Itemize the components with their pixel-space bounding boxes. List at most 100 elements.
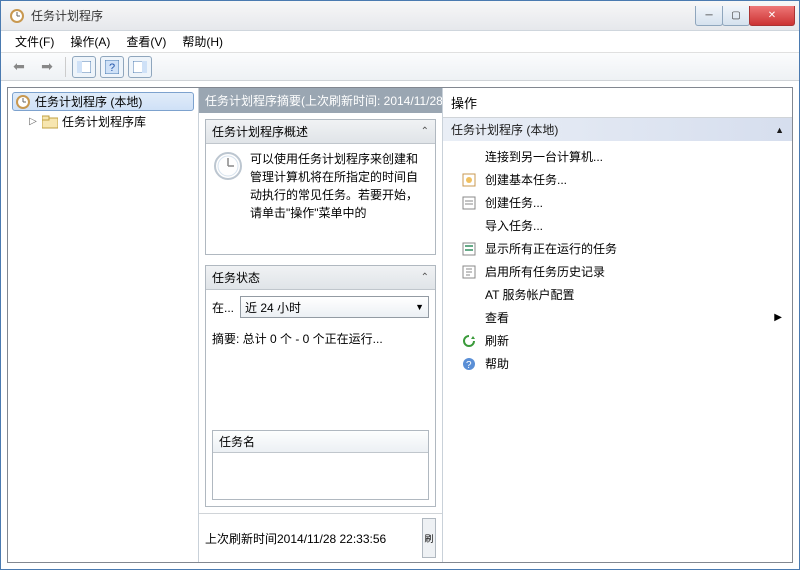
- refresh-icon: [461, 333, 477, 349]
- forward-button[interactable]: ➡: [35, 56, 59, 78]
- action-help[interactable]: ? 帮助: [443, 352, 792, 375]
- action-connect-label: 连接到另一台计算机...: [485, 148, 603, 165]
- tree-root[interactable]: 任务计划程序 (本地): [12, 92, 194, 111]
- collapse-icon: ▲: [775, 125, 784, 135]
- actions-section-head[interactable]: 任务计划程序 (本地) ▲: [443, 118, 792, 141]
- blank-icon: [461, 287, 477, 303]
- submenu-arrow-icon: ▶: [774, 312, 782, 323]
- blank-icon: [461, 218, 477, 234]
- action-refresh-label: 刷新: [485, 332, 509, 349]
- arrow-right-icon: ➡: [41, 58, 53, 75]
- summary-body: 任务计划程序概述 ⌃ 可以使用任务计划程序来创建和管理计算机将在所指定的时间自动…: [199, 113, 442, 513]
- actions-section-title: 任务计划程序 (本地): [451, 121, 558, 138]
- action-help-label: 帮助: [485, 355, 509, 372]
- expand-icon[interactable]: ▷: [28, 116, 38, 127]
- toolbar-panel2-button[interactable]: [128, 56, 152, 78]
- blank-icon: [461, 149, 477, 165]
- summary-pane: 任务计划程序摘要(上次刷新时间: 2014/11/28 22:33:56) 任务…: [198, 88, 443, 562]
- status-filter-row: 在... 近 24 小时 ▼: [212, 296, 429, 318]
- folder-icon: [42, 115, 58, 129]
- action-refresh[interactable]: 刷新: [443, 329, 792, 352]
- overview-text: 可以使用任务计划程序来创建和管理计算机将在所指定的时间自动执行的常见任务。若要开…: [250, 150, 429, 248]
- menubar: 文件(F) 操作(A) 查看(V) 帮助(H): [1, 31, 799, 53]
- toolbar-panel1-button[interactable]: [72, 56, 96, 78]
- chevron-up-icon: ⌃: [421, 126, 429, 137]
- action-enable-history[interactable]: 启用所有任务历史记录: [443, 260, 792, 283]
- close-button[interactable]: ✕: [749, 6, 795, 26]
- action-create[interactable]: 创建任务...: [443, 191, 792, 214]
- window: 任务计划程序 ─ ▢ ✕ 文件(F) 操作(A) 查看(V) 帮助(H) ⬅ ➡…: [0, 0, 800, 570]
- chevron-up-icon: ⌃: [421, 272, 429, 283]
- action-at-config[interactable]: AT 服务帐户配置: [443, 283, 792, 306]
- action-import[interactable]: 导入任务...: [443, 214, 792, 237]
- action-create-basic[interactable]: 创建基本任务...: [443, 168, 792, 191]
- action-import-label: 导入任务...: [485, 217, 543, 234]
- actions-pane: 操作 任务计划程序 (本地) ▲ 连接到另一台计算机... 创建基本任务... …: [443, 88, 792, 562]
- status-period-select[interactable]: 近 24 小时 ▼: [240, 296, 429, 318]
- action-connect[interactable]: 连接到另一台计算机...: [443, 145, 792, 168]
- help-icon: ?: [461, 356, 477, 372]
- app-icon: [9, 8, 25, 24]
- menu-action[interactable]: 操作(A): [62, 31, 118, 52]
- svg-text:?: ?: [466, 360, 472, 371]
- overview-section: 任务计划程序概述 ⌃ 可以使用任务计划程序来创建和管理计算机将在所指定的时间自动…: [205, 119, 436, 255]
- wizard-icon: [461, 172, 477, 188]
- summary-header: 任务计划程序摘要(上次刷新时间: 2014/11/28 22:33:56): [199, 88, 442, 113]
- action-create-basic-label: 创建基本任务...: [485, 171, 567, 188]
- svg-text:?: ?: [109, 62, 115, 74]
- window-title: 任务计划程序: [31, 7, 696, 24]
- panel2-icon: [133, 61, 147, 73]
- actions-list: 连接到另一台计算机... 创建基本任务... 创建任务... 导入任务... 显…: [443, 141, 792, 379]
- tree-library[interactable]: ▷ 任务计划程序库: [26, 111, 194, 132]
- menu-file[interactable]: 文件(F): [7, 31, 62, 52]
- status-select-value: 近 24 小时: [245, 299, 301, 316]
- action-show-running-label: 显示所有正在运行的任务: [485, 240, 617, 257]
- toolbar-separator: [65, 57, 66, 77]
- history-icon: [461, 264, 477, 280]
- blank-icon: [461, 310, 477, 326]
- list-icon: [461, 241, 477, 257]
- clock-large-icon: [212, 150, 244, 248]
- action-view[interactable]: 查看 ▶: [443, 306, 792, 329]
- refresh-side-button[interactable]: 刷: [422, 518, 436, 558]
- arrow-left-icon: ⬅: [13, 58, 25, 75]
- task-icon: [461, 195, 477, 211]
- last-refresh-label: 上次刷新时间2014/11/28 22:33:56: [205, 530, 386, 547]
- action-at-config-label: AT 服务帐户配置: [485, 286, 575, 303]
- content: 任务计划程序 (本地) ▷ 任务计划程序库 任务计划程序摘要(上次刷新时间: 2…: [7, 87, 793, 563]
- clock-icon: [15, 94, 31, 110]
- toolbar-help-button[interactable]: ?: [100, 56, 124, 78]
- minimize-button[interactable]: ─: [695, 6, 723, 26]
- summary-footer: 上次刷新时间2014/11/28 22:33:56 刷: [199, 513, 442, 562]
- action-show-running[interactable]: 显示所有正在运行的任务: [443, 237, 792, 260]
- overview-head[interactable]: 任务计划程序概述 ⌃: [206, 120, 435, 144]
- panel-icon: [77, 61, 91, 73]
- tree-pane: 任务计划程序 (本地) ▷ 任务计划程序库: [8, 88, 198, 562]
- menu-help[interactable]: 帮助(H): [174, 31, 231, 52]
- maximize-button[interactable]: ▢: [722, 6, 750, 26]
- task-table: 任务名: [212, 430, 429, 500]
- overview-title: 任务计划程序概述: [212, 123, 308, 140]
- refresh-side-label: 刷: [424, 532, 433, 545]
- tree: 任务计划程序 (本地) ▷ 任务计划程序库: [8, 88, 198, 136]
- toolbar: ⬅ ➡ ?: [1, 53, 799, 81]
- content-outer: 任务计划程序 (本地) ▷ 任务计划程序库 任务计划程序摘要(上次刷新时间: 2…: [1, 81, 799, 569]
- window-controls: ─ ▢ ✕: [696, 6, 795, 26]
- action-enable-history-label: 启用所有任务历史记录: [485, 263, 605, 280]
- action-create-label: 创建任务...: [485, 194, 543, 211]
- titlebar: 任务计划程序 ─ ▢ ✕: [1, 1, 799, 31]
- taskname-column[interactable]: 任务名: [213, 431, 428, 453]
- back-button[interactable]: ⬅: [7, 56, 31, 78]
- action-view-label: 查看: [485, 309, 509, 326]
- help-icon: ?: [105, 60, 119, 74]
- tree-library-label: 任务计划程序库: [62, 113, 146, 130]
- status-head[interactable]: 任务状态 ⌃: [206, 266, 435, 290]
- status-body: 在... 近 24 小时 ▼ 摘要: 总计 0 个 - 0 个正在运行... 任…: [206, 290, 435, 506]
- tree-root-label: 任务计划程序 (本地): [35, 93, 142, 110]
- chevron-down-icon: ▼: [415, 302, 424, 312]
- actions-head: 操作: [443, 88, 792, 118]
- status-summary: 摘要: 总计 0 个 - 0 个正在运行...: [212, 330, 429, 347]
- menu-view[interactable]: 查看(V): [118, 31, 174, 52]
- status-section: 任务状态 ⌃ 在... 近 24 小时 ▼ 摘要: 总计 0 个 - 0 个正在…: [205, 265, 436, 507]
- status-title: 任务状态: [212, 269, 260, 286]
